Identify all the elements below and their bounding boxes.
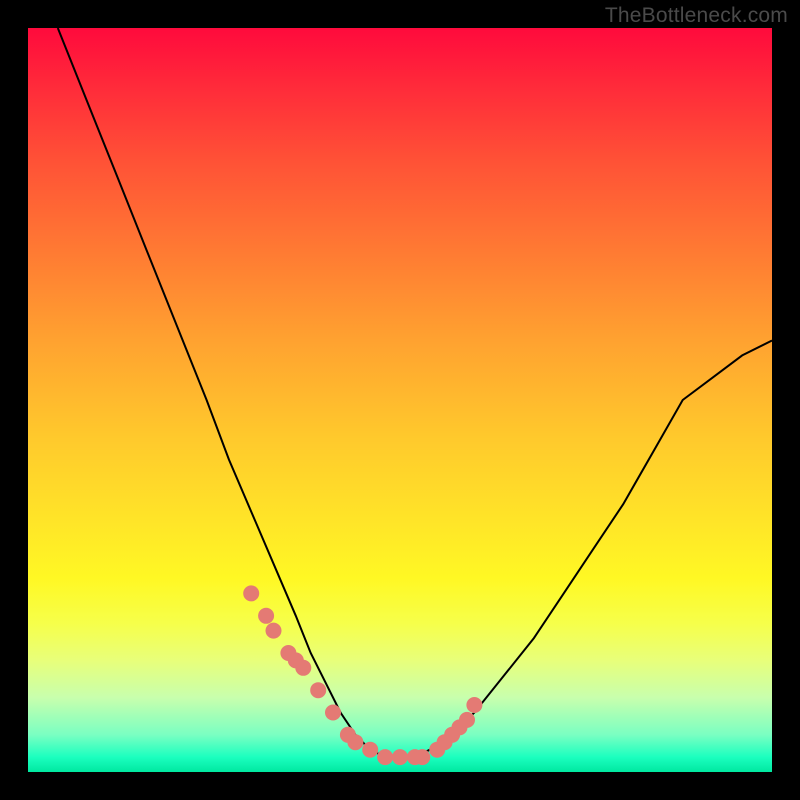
marker-point (414, 749, 430, 765)
bottleneck-chart (28, 28, 772, 772)
marker-point (266, 623, 282, 639)
marker-point (258, 608, 274, 624)
marker-point (295, 660, 311, 676)
marker-point (362, 742, 378, 758)
bottleneck-curve (58, 28, 772, 757)
marker-point (325, 705, 341, 721)
watermark-text: TheBottleneck.com (605, 4, 788, 28)
marker-group (243, 585, 482, 765)
marker-point (466, 697, 482, 713)
marker-point (347, 734, 363, 750)
chart-frame (28, 28, 772, 772)
marker-point (243, 585, 259, 601)
marker-point (310, 682, 326, 698)
marker-point (392, 749, 408, 765)
marker-point (459, 712, 475, 728)
marker-point (377, 749, 393, 765)
